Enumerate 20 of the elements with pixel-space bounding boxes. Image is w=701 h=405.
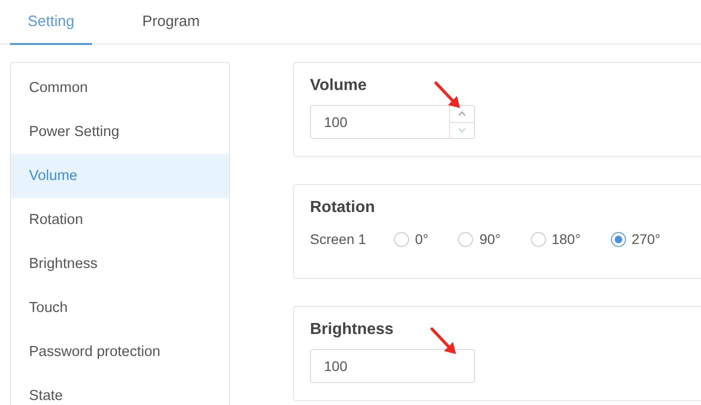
radio-option[interactable]: 90° bbox=[458, 231, 501, 247]
section-title: Volume bbox=[310, 77, 367, 95]
sidebar-item[interactable]: State bbox=[11, 374, 229, 405]
field-label: Screen 1 bbox=[310, 231, 366, 247]
radio-option[interactable]: 270° bbox=[610, 231, 661, 247]
sidebar-item[interactable]: Power Setting bbox=[11, 110, 229, 154]
sidebar-item[interactable]: Touch bbox=[11, 286, 229, 330]
section-title: Rotation bbox=[310, 199, 375, 217]
radio-option[interactable]: 0° bbox=[394, 231, 428, 247]
sidebar-item[interactable]: Password protection bbox=[11, 330, 229, 374]
chevron-down-icon bbox=[458, 128, 466, 133]
chevron-up-icon bbox=[458, 111, 466, 116]
sidebar-item[interactable]: Brightness bbox=[11, 242, 229, 286]
section-title: Brightness bbox=[310, 321, 394, 339]
sidebar-item[interactable]: Common bbox=[11, 66, 229, 110]
radio-option[interactable]: 180° bbox=[530, 231, 581, 247]
sidebar-item[interactable]: Rotation bbox=[11, 198, 229, 242]
text-input[interactable]: 100 bbox=[310, 349, 475, 383]
tab[interactable]: Program bbox=[130, 0, 212, 43]
number-input[interactable]: 100 bbox=[310, 105, 475, 139]
